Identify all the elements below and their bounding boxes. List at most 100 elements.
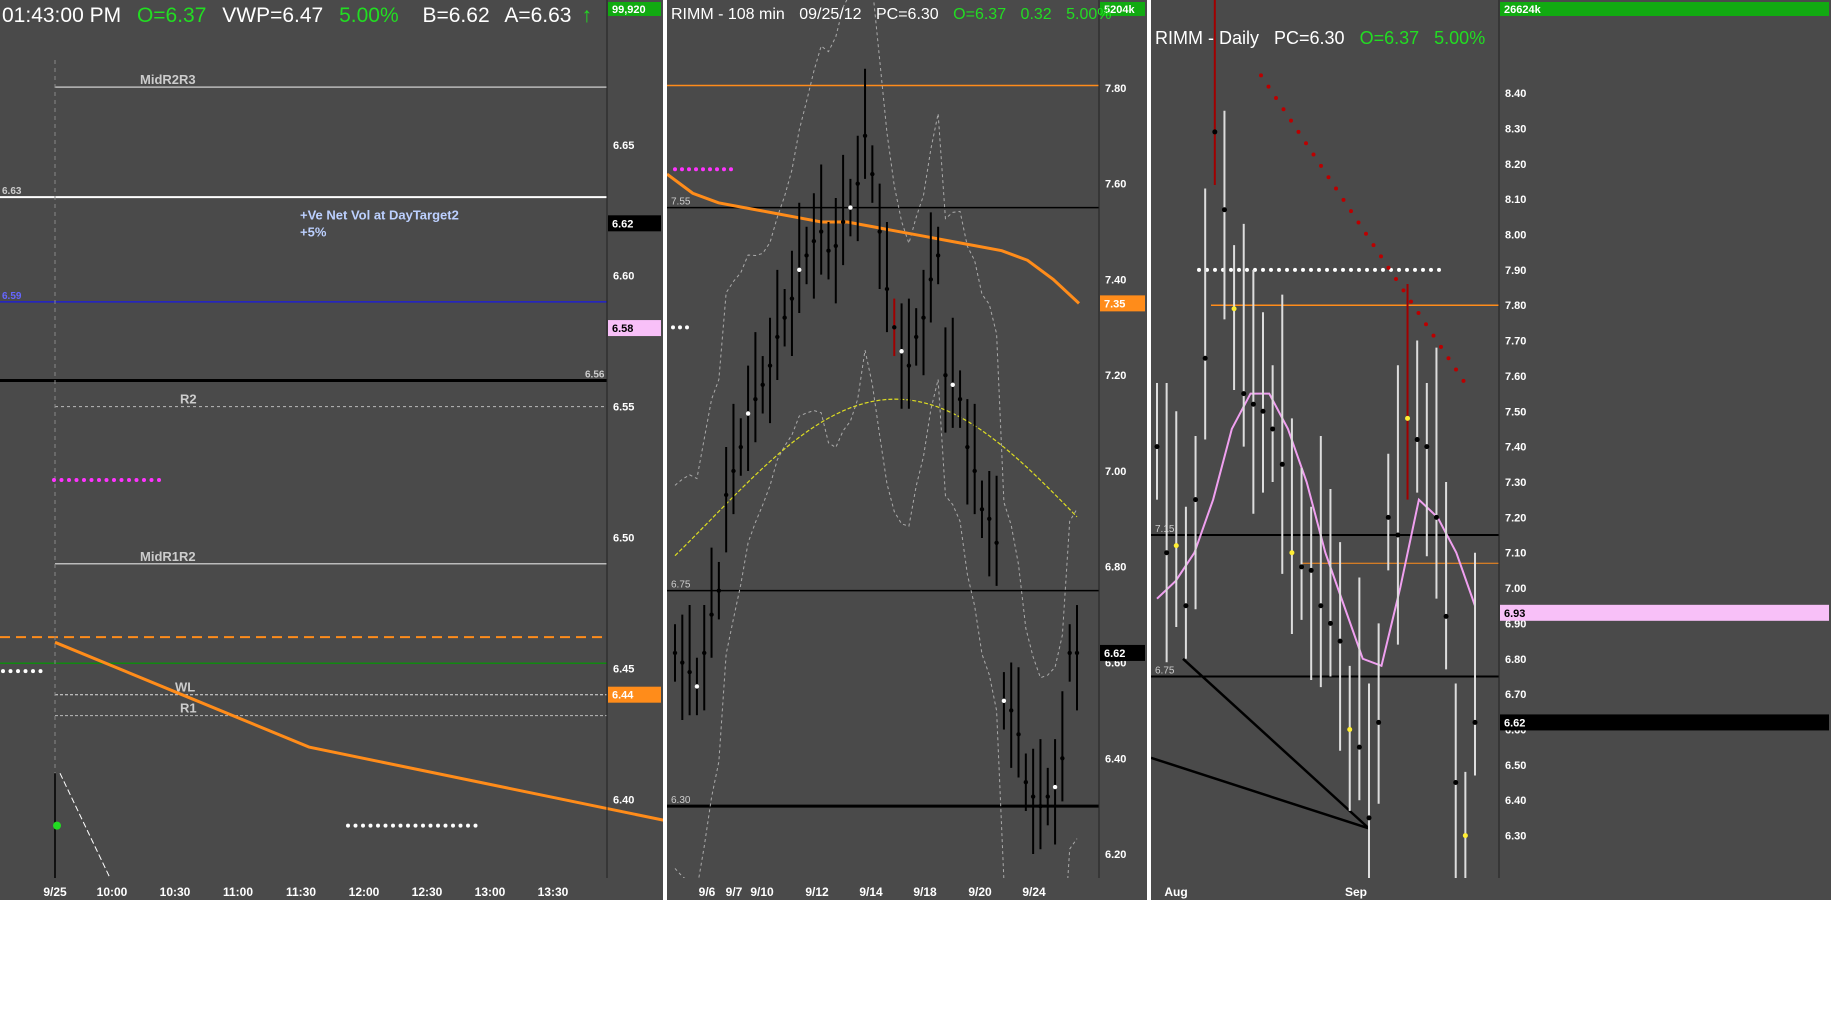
close-marker	[870, 171, 875, 177]
sar-dot	[1454, 367, 1458, 372]
close-marker	[789, 296, 795, 301]
close-marker	[1212, 129, 1218, 135]
magenta-dot	[97, 477, 101, 482]
vwap-value: VWP=6.47	[222, 4, 324, 27]
volume-badge-text: 26624k	[1504, 4, 1542, 16]
x-tick-label: Sep	[1345, 885, 1367, 899]
y-tick-label: 8.30	[1505, 123, 1526, 135]
price-badge-text: 6.93	[1504, 608, 1525, 620]
white-dot	[8, 669, 13, 674]
sar-dot	[1296, 129, 1301, 134]
close-marker	[855, 181, 860, 186]
percent-change: 5.00%	[1434, 28, 1486, 48]
white-dot	[1381, 267, 1385, 272]
open-price: O=6.37	[1359, 28, 1420, 48]
close-marker	[1001, 698, 1007, 704]
magenta-dot	[673, 167, 677, 172]
close-marker	[1038, 803, 1043, 809]
white-dot	[443, 823, 448, 828]
magenta-dot	[82, 477, 86, 482]
y-tick-label: 8.00	[1505, 229, 1526, 241]
magenta-dot	[127, 477, 131, 482]
price-badge-text: 6.62	[1104, 648, 1125, 660]
x-tick-label: 11:00	[223, 885, 253, 899]
intraday-header: 01:43:00 PM O=6.37 VWP=6.47 5.00% B=6.62…	[2, 4, 602, 28]
symbol-interval: RIMM - Daily	[1155, 28, 1259, 48]
close-marker	[1074, 650, 1080, 656]
white-dot	[1341, 267, 1345, 272]
y-tick-label: 7.00	[1105, 466, 1126, 478]
price-badge-text: 6.44	[612, 690, 634, 702]
x-tick-label: 13:30	[538, 885, 569, 899]
close-marker	[1045, 794, 1050, 799]
white-dot	[1245, 267, 1249, 272]
magenta-dot	[59, 477, 64, 482]
close-marker	[899, 349, 904, 354]
white-dot	[398, 823, 403, 828]
magenta-dot	[74, 477, 79, 482]
close-marker	[1337, 638, 1343, 644]
close-marker	[753, 396, 758, 402]
white-dot	[458, 823, 463, 828]
sar-dot	[1401, 288, 1406, 293]
magenta-dot	[142, 477, 146, 482]
close-marker	[1376, 719, 1382, 725]
close-marker	[1366, 815, 1372, 821]
white-dot	[391, 823, 395, 828]
close-marker	[877, 229, 882, 234]
magenta-dot	[729, 167, 733, 172]
intraday-panel: MidR2R3 6.63 6.59 6.56 R2 MidR1R2 WL R1 +Ve Net …	[0, 0, 663, 900]
white-dot	[1325, 267, 1329, 272]
bid-price: B=6.62	[422, 4, 490, 27]
level-label: MidR2R3	[140, 72, 196, 87]
sar-dot	[1311, 152, 1316, 157]
white-dot	[1397, 267, 1401, 272]
close-marker	[1433, 514, 1439, 520]
sar-dot	[1289, 118, 1293, 123]
close-marker	[906, 363, 912, 368]
close-marker	[804, 253, 809, 258]
white-dot	[473, 823, 478, 828]
white-dot	[413, 823, 418, 828]
close-marker	[1221, 207, 1227, 213]
magenta-dot	[112, 477, 116, 482]
close-marker	[1060, 756, 1065, 761]
price-badge	[1500, 714, 1829, 731]
x-tick-label: 12:30	[412, 885, 443, 899]
percent-change: 5.00%	[1066, 6, 1112, 23]
white-dot	[376, 823, 380, 828]
level-label: 6.56	[585, 369, 605, 380]
trend-line	[1151, 756, 1370, 830]
close-marker	[833, 243, 838, 249]
close-marker	[702, 650, 707, 656]
y-tick-label: 8.10	[1505, 194, 1526, 206]
close-marker	[1173, 543, 1179, 549]
ask-price: A=6.63	[504, 4, 572, 27]
y-tick-label: 7.60	[1105, 179, 1126, 191]
sar-dot	[1356, 220, 1361, 225]
close-marker	[687, 669, 692, 675]
sar-dot	[1281, 107, 1286, 112]
prev-close: PC=6.30	[1274, 28, 1345, 48]
white-dot	[1421, 267, 1425, 272]
close-marker	[1067, 650, 1072, 656]
close-marker	[848, 205, 853, 210]
sar-dot	[1386, 265, 1391, 270]
magenta-dot	[89, 477, 94, 482]
close-marker	[1395, 532, 1401, 538]
close-marker	[979, 507, 985, 512]
white-dot	[368, 823, 373, 828]
sar-dot	[1364, 231, 1368, 236]
y-tick-label: 6.70	[1505, 689, 1526, 701]
sar-dot	[1431, 333, 1436, 338]
white-dot	[1269, 267, 1273, 272]
close-marker	[1193, 497, 1199, 503]
x-tick-label: 9/18	[913, 885, 937, 899]
net-change: 0.32	[1020, 6, 1052, 23]
close-marker	[1164, 550, 1170, 556]
white-dot	[436, 823, 440, 828]
close-marker	[994, 540, 999, 545]
close-marker	[1260, 408, 1266, 414]
sar-dot	[1371, 243, 1376, 248]
white-dot	[1309, 267, 1313, 272]
